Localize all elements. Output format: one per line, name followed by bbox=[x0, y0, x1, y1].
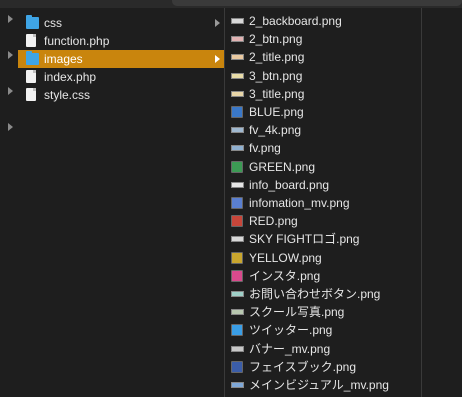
list-item[interactable]: function.php bbox=[18, 32, 224, 50]
document-icon bbox=[26, 70, 36, 83]
image-thumb-icon bbox=[231, 291, 244, 297]
image-thumb-icon bbox=[231, 18, 244, 24]
list-item-label: 3_btn.png bbox=[249, 69, 303, 83]
column-empty bbox=[422, 8, 462, 397]
list-item[interactable]: インスタ.png bbox=[225, 267, 421, 285]
list-item[interactable]: 2_btn.png bbox=[225, 30, 421, 48]
image-thumb-icon bbox=[231, 161, 243, 173]
list-item-label: 2_backboard.png bbox=[249, 14, 342, 28]
list-item-label: function.php bbox=[44, 34, 110, 48]
list-item[interactable]: バナー_mv.png bbox=[225, 340, 421, 358]
list-item[interactable]: BLUE.png bbox=[225, 103, 421, 121]
list-item[interactable]: ツイッター.png bbox=[225, 321, 421, 339]
image-thumb-icon bbox=[231, 127, 244, 133]
list-item-label: RED.png bbox=[249, 214, 298, 228]
image-thumb-icon bbox=[231, 215, 243, 227]
list-item-label: お問い合わせボタン.png bbox=[249, 287, 381, 301]
list-item-label: fv_4k.png bbox=[249, 123, 302, 137]
disclosure-arrow-icon[interactable] bbox=[8, 87, 13, 95]
image-thumb-icon bbox=[231, 197, 243, 209]
list-item-label: css bbox=[44, 16, 62, 30]
toolbar-strip bbox=[0, 0, 462, 8]
folder-icon bbox=[26, 15, 39, 29]
list-item[interactable]: YELLOW.png bbox=[225, 249, 421, 267]
list-item[interactable]: fv_4k.png bbox=[225, 121, 421, 139]
list-item[interactable]: 3_btn.png bbox=[225, 67, 421, 85]
disclosure-arrow-icon[interactable] bbox=[8, 15, 13, 23]
list-item-label: メインビジュアル_mv.png bbox=[249, 378, 389, 392]
list-item[interactable]: フェイスブック.png bbox=[225, 358, 421, 376]
list-item[interactable]: 2_backboard.png bbox=[225, 12, 421, 30]
image-thumb-icon bbox=[231, 252, 243, 264]
list-item-label: YELLOW.png bbox=[249, 251, 322, 265]
image-thumb-icon bbox=[231, 106, 243, 118]
image-thumb-icon bbox=[231, 54, 244, 60]
list-item-label: infomation_mv.png bbox=[249, 196, 350, 210]
document-icon bbox=[26, 88, 36, 101]
list-item[interactable]: RED.png bbox=[225, 212, 421, 230]
image-thumb-icon bbox=[231, 182, 244, 188]
list-item-label: ツイッター.png bbox=[249, 323, 333, 337]
list-item[interactable]: お問い合わせボタン.png bbox=[225, 285, 421, 303]
disclosure-arrow-icon[interactable] bbox=[8, 51, 13, 59]
list-item[interactable]: style.css bbox=[18, 86, 224, 104]
folder-icon bbox=[26, 51, 39, 65]
list-item-label: 3_title.png bbox=[249, 87, 305, 101]
chevron-right-icon bbox=[215, 19, 220, 27]
list-item[interactable]: infomation_mv.png bbox=[225, 194, 421, 212]
list-item-label: fv.png bbox=[249, 141, 281, 155]
disclosure-arrow-icon[interactable] bbox=[8, 123, 13, 131]
image-thumb-icon bbox=[231, 361, 243, 373]
list-item[interactable]: css bbox=[18, 14, 224, 32]
list-item-label: GREEN.png bbox=[249, 160, 316, 174]
list-item-label: インスタ.png bbox=[249, 269, 321, 283]
list-item[interactable]: 2_title.png bbox=[225, 48, 421, 66]
column-parent-folder[interactable]: css function.php images index.php style.css bbox=[18, 8, 224, 397]
list-item[interactable]: SKY FIGHTロゴ.png bbox=[225, 230, 421, 248]
image-thumb-icon bbox=[231, 91, 244, 97]
image-thumb-icon bbox=[231, 382, 244, 388]
list-item-label: バナー_mv.png bbox=[249, 342, 331, 356]
list-item-label: スクール写真.png bbox=[249, 305, 345, 319]
image-thumb-icon bbox=[231, 270, 243, 282]
list-item[interactable]: メインビジュアル_mv.png bbox=[225, 376, 421, 394]
list-item-label: info_board.png bbox=[249, 178, 330, 192]
list-item[interactable]: fv.png bbox=[225, 139, 421, 157]
list-item-label: images bbox=[44, 52, 83, 66]
list-item[interactable]: index.php bbox=[18, 68, 224, 86]
list-item-label: BLUE.png bbox=[249, 105, 304, 119]
left-column-edge bbox=[0, 8, 18, 397]
list-item-label: 2_btn.png bbox=[249, 32, 303, 46]
image-thumb-icon bbox=[231, 73, 244, 79]
chevron-right-icon bbox=[215, 55, 220, 63]
list-item[interactable]: 3_title.png bbox=[225, 85, 421, 103]
image-thumb-icon bbox=[231, 36, 244, 42]
path-field[interactable] bbox=[172, 0, 462, 6]
list-item-label: SKY FIGHTロゴ.png bbox=[249, 232, 360, 246]
list-item-label: フェイスブック.png bbox=[249, 360, 356, 374]
column-images-folder[interactable]: 2_backboard.png 2_btn.png 2_title.png 3_btn… bbox=[225, 8, 421, 397]
document-icon bbox=[26, 34, 36, 47]
list-item[interactable]: info_board.png bbox=[225, 176, 421, 194]
image-thumb-icon bbox=[231, 309, 244, 315]
image-thumb-icon bbox=[231, 236, 244, 242]
list-item-label: style.css bbox=[44, 88, 91, 102]
list-item-label: 2_title.png bbox=[249, 50, 305, 64]
list-item[interactable]: スクール写真.png bbox=[225, 303, 421, 321]
list-item-label: index.php bbox=[44, 70, 97, 84]
image-thumb-icon bbox=[231, 346, 244, 352]
image-thumb-icon bbox=[231, 145, 244, 151]
list-item[interactable]: GREEN.png bbox=[225, 158, 421, 176]
image-thumb-icon bbox=[231, 324, 243, 336]
list-item[interactable]: images bbox=[18, 50, 224, 68]
